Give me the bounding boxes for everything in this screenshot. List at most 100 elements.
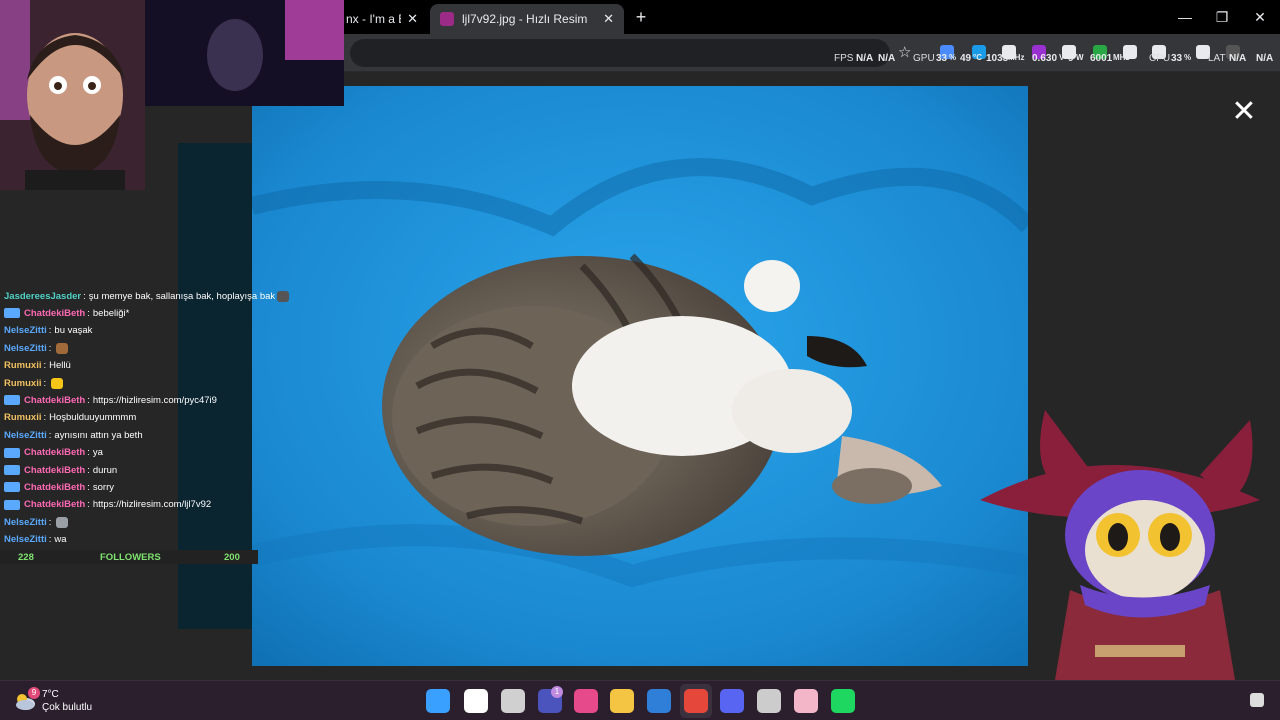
chat-message: Rumuxii: [4, 375, 64, 391]
notification-bell-icon[interactable] [1250, 693, 1264, 707]
followers-count-right: 200 [224, 552, 240, 563]
weather-desc: Çok bulutlu [42, 702, 93, 713]
chat-overlay: JasdereesJasder: şu memye bak, sallanışa … [0, 270, 300, 560]
hud-unit: % [949, 53, 957, 62]
maximize-button[interactable]: ❐ [1207, 6, 1237, 28]
chat-username[interactable]: Rumuxii [4, 360, 41, 371]
hud-power: 9 [1068, 53, 1074, 64]
chat-message: ChatdekiBeth: https://hizliresim.com/pyc4… [4, 392, 217, 408]
chat-username[interactable]: NelseZitti [4, 430, 47, 441]
chat-badge-icon [4, 465, 20, 475]
chat-username[interactable]: Rumuxii [4, 378, 41, 389]
chat-badge-icon [4, 447, 20, 458]
chat-emote-icon [51, 377, 64, 389]
chat-username[interactable]: NelseZitti [4, 534, 47, 545]
chat-separator: : [48, 342, 52, 354]
chat-emote-icon [56, 342, 69, 354]
screen: nx - I'm a Bi ✕ ljl7v92.jpg - Hızlı Resi… [0, 0, 1280, 720]
chat-username[interactable]: NelseZitti [4, 517, 47, 528]
hud-voltage: 0.630 [1032, 53, 1058, 64]
close-window-button[interactable]: ✕ [1245, 6, 1275, 28]
chat-username[interactable]: NelseZitti [4, 343, 47, 354]
chat-username[interactable]: ChatdekiBeth [24, 308, 85, 319]
tab-active[interactable]: ljl7v92.jpg - Hızlı Resim ✕ [430, 4, 624, 34]
chat-username[interactable]: ChatdekiBeth [24, 447, 85, 458]
chat-separator: : [48, 325, 52, 337]
chat-text: wa [54, 534, 67, 546]
chat-message: ChatdekiBeth: sorry [4, 479, 114, 495]
webcam-secondary [145, 0, 344, 106]
file-explorer-icon[interactable] [610, 689, 634, 713]
chat-text: sorry [92, 481, 114, 493]
chat-text: durun [92, 464, 118, 476]
chat-username[interactable]: NelseZitti [4, 325, 47, 336]
chat-text: bu vaşak [54, 325, 93, 337]
hud-unit: W [1076, 53, 1084, 62]
search-icon[interactable] [464, 689, 488, 713]
chat-message: NelseZitti: [4, 340, 69, 356]
chat-message: NelseZitti: wa [4, 532, 67, 548]
chat-separator: : [87, 481, 90, 493]
tab-title: nx - I'm a Bi [346, 12, 401, 26]
chat-username[interactable]: Rumuxii [4, 412, 41, 423]
chat-username[interactable]: ChatdekiBeth [24, 499, 85, 510]
tab-close-icon[interactable]: ✕ [407, 11, 418, 27]
chat-text: https://hizliresim.com/pyc47i9 [92, 394, 217, 406]
chat-separator: : [87, 307, 90, 319]
chat-separator: : [87, 447, 90, 459]
hud-gpu-clock: 1035 [986, 53, 1009, 64]
microsoft-store-icon[interactable] [647, 689, 671, 713]
address-bar[interactable] [350, 39, 890, 67]
chat-message: NelseZitti: aynısını attın ya beth [4, 427, 143, 443]
microsoft-365-icon[interactable] [574, 689, 598, 713]
chat-separator: : [43, 412, 47, 424]
teams-badge: 1 [551, 686, 563, 698]
hud-mem-clock: 6001 [1090, 53, 1113, 64]
discord-icon[interactable] [720, 689, 744, 713]
hud-gpu-temp: 49 [960, 53, 972, 64]
chat-text: bebeliği* [92, 307, 130, 319]
tab-inactive[interactable]: nx - I'm a Bi ✕ [336, 4, 428, 34]
vtuber-avatar [980, 410, 1260, 680]
chat-text: şu memye bak, sallanışa bak, hoplayışa b… [88, 290, 276, 302]
task-view-icon[interactable] [501, 689, 525, 713]
chat-separator: : [48, 429, 52, 441]
chat-username[interactable]: ChatdekiBeth [24, 482, 85, 493]
spotify-icon[interactable] [831, 689, 855, 713]
chat-emote-icon [56, 516, 69, 528]
hud-fps-label: FPS [834, 53, 854, 64]
hud-cpu-usage: 33 [1171, 53, 1183, 64]
favicon-icon [440, 12, 454, 26]
chat-message: NelseZitti: [4, 514, 69, 530]
chat-message: NelseZitti: bu vaşak [4, 323, 92, 339]
chat-separator: : [48, 516, 52, 528]
chat-text: ya [92, 447, 103, 459]
chat-text: Hellü [49, 360, 71, 372]
chat-message: ChatdekiBeth: https://hizliresim.com/ljl7… [4, 497, 211, 513]
hud-gpu-usage: 33 [936, 53, 948, 64]
hud-cpu-label: CPU [1149, 53, 1171, 64]
image-preview[interactable] [252, 86, 1028, 666]
photo-app-icon[interactable] [794, 689, 818, 713]
lightbox-close-button[interactable]: ✕ [1230, 97, 1258, 127]
new-tab-button[interactable]: + [632, 6, 650, 28]
chat-username[interactable]: ChatdekiBeth [24, 465, 85, 476]
chat-badge-icon [4, 482, 20, 493]
weather-widget[interactable]: 9 7°C Çok bulutlu [14, 687, 114, 717]
chat-separator: : [43, 377, 47, 389]
windows-start-icon[interactable] [426, 689, 450, 713]
chrome-icon[interactable] [684, 689, 708, 713]
taskbar: 9 7°C Çok bulutlu 1 [0, 680, 1280, 720]
tab-close-icon[interactable]: ✕ [603, 11, 614, 27]
weather-badge: 9 [28, 687, 40, 699]
chat-text: Hoşbulduuyummmm [49, 412, 137, 424]
chat-username[interactable]: JasdereesJasder [4, 291, 81, 302]
bookmark-star-icon[interactable]: ☆ [898, 43, 911, 61]
chat-message: ChatdekiBeth: bebeliği* [4, 305, 129, 321]
weather-temp: 7°C [42, 689, 59, 700]
minimize-button[interactable]: — [1170, 6, 1200, 28]
chat-username[interactable]: ChatdekiBeth [24, 395, 85, 406]
chat-separator: : [43, 360, 47, 372]
chat-text: https://hizliresim.com/ljl7v92 [92, 499, 212, 511]
obs-icon[interactable] [757, 689, 781, 713]
